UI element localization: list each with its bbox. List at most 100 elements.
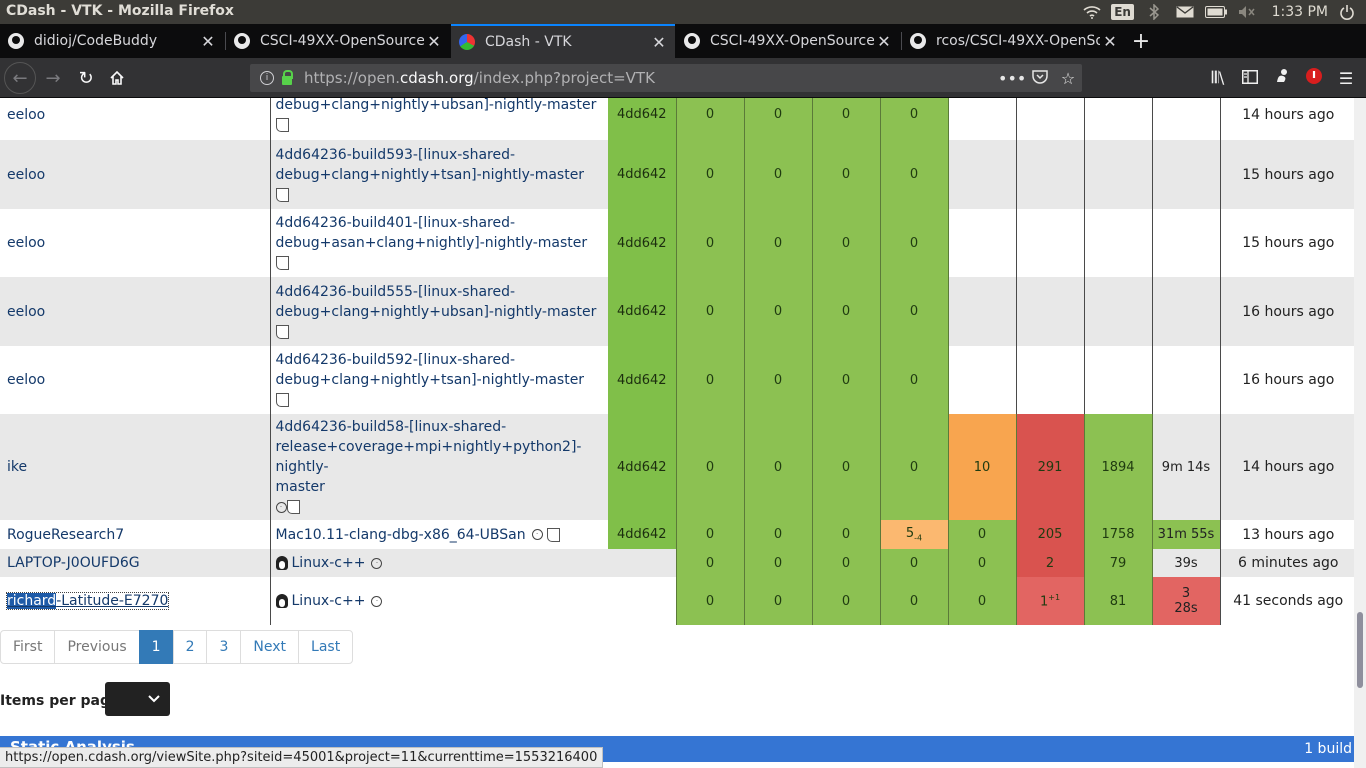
page-next-button[interactable]: Next [240,630,300,664]
tests-notrun-cell[interactable]: 0 [948,577,1017,625]
note-icon[interactable] [275,393,289,407]
build-name-link[interactable]: 4dd64236-build593-[linux-shared- [276,147,516,163]
close-icon[interactable]: ✕ [424,32,444,51]
tests-notrun-cell[interactable] [948,98,1017,140]
cfg-warn-cell[interactable]: 0 [744,98,813,140]
start-time-cell[interactable]: 14 hours ago [1220,414,1354,520]
tests-failed-cell[interactable] [1016,209,1085,277]
tests-passed-cell[interactable]: 79 [1084,549,1153,577]
tests-notrun-cell[interactable] [948,346,1017,414]
site-cell[interactable]: eeloo [0,140,271,209]
cfg-err-cell[interactable]: 0 [676,346,745,414]
revision-cell[interactable]: 4dd642 [608,209,677,277]
bld-err-cell[interactable]: 0 [812,346,881,414]
page-last-button[interactable]: Last [298,630,354,664]
test-time-cell[interactable]: 39s [1152,549,1221,577]
url-text[interactable]: https://open.cdash.org/index.php?project… [304,69,998,87]
bld-warn-cell[interactable]: 0 [880,414,949,520]
cfg-warn-cell[interactable]: 0 [744,549,813,577]
tests-passed-cell[interactable]: 1894 [1084,414,1153,520]
site-link[interactable]: eeloo [7,107,45,123]
bld-err-cell[interactable]: 0 [812,277,881,346]
page-previous-button[interactable]: Previous [54,630,140,664]
library-icon[interactable]: 𝄃𝄃\ [1202,68,1234,88]
start-time-cell[interactable]: 6 minutes ago [1220,549,1354,577]
reload-button[interactable]: ↻ [70,62,102,94]
cfg-err-cell[interactable]: 0 [676,277,745,346]
tests-notrun-cell[interactable] [948,277,1017,346]
bld-warn-cell[interactable]: 0 [880,98,949,140]
tab-csci-opensource-1[interactable]: CSCI-49XX-OpenSource/ ✕ [226,24,450,58]
tests-failed-cell[interactable]: 291 [1016,414,1085,520]
site-cell[interactable]: RogueResearch7 [0,520,271,549]
tests-failed-cell[interactable] [1016,346,1085,414]
keyboard-layout-indicator[interactable]: En [1111,3,1134,21]
cfg-warn-cell[interactable]: 0 [744,414,813,520]
start-time-cell[interactable]: 41 seconds ago [1220,577,1354,625]
tests-failed-cell[interactable]: 2 [1016,549,1085,577]
tests-notrun-cell[interactable] [948,140,1017,209]
home-button[interactable] [101,62,133,94]
cfg-warn-cell[interactable]: 0 [744,209,813,277]
revision-cell[interactable]: 4dd642 [608,140,677,209]
hamburger-menu-icon[interactable]: ☰ [1330,69,1362,88]
page-first-button[interactable]: First [0,630,56,664]
sidebar-icon[interactable] [1234,69,1266,88]
cfg-warn-cell[interactable]: 0 [744,140,813,209]
note-icon[interactable] [286,500,300,514]
tests-notrun-cell[interactable]: 0 [948,549,1017,577]
bld-err-cell[interactable]: 0 [812,577,881,625]
test-time-cell[interactable] [1152,346,1221,414]
forward-button[interactable]: → [37,62,69,94]
build-name-link[interactable]: debug+asan+clang+nightly]-nightly-master [276,235,588,251]
build-name-link[interactable]: debug+clang+nightly+tsan]-nightly-master [276,167,585,183]
test-time-cell[interactable] [1152,277,1221,346]
new-tab-button[interactable]: + [1129,24,1153,58]
cfg-err-cell[interactable]: 0 [676,98,745,140]
bld-warn-cell[interactable]: 0 [880,346,949,414]
close-icon[interactable]: ✕ [198,32,218,51]
cfg-err-cell[interactable]: 0 [676,549,745,577]
mail-icon[interactable] [1174,3,1196,21]
note-icon[interactable] [275,117,289,132]
volume-muted-icon[interactable] [1236,3,1258,21]
close-icon[interactable]: ✕ [874,32,894,51]
tab-csci-opensource-2[interactable]: CSCI-49XX-OpenSource/ ✕ [676,24,900,58]
site-link[interactable]: ike [7,459,27,475]
bld-warn-cell[interactable]: 5-4 [880,520,949,549]
test-time-cell[interactable] [1152,98,1221,140]
bld-warn-cell[interactable]: 0 [880,140,949,209]
tests-passed-cell[interactable] [1084,209,1153,277]
back-button[interactable]: ← [4,62,36,94]
tab-codebuddy[interactable]: didioj/CodeBuddy ✕ [0,24,224,58]
info-icon[interactable]: i [260,71,274,85]
bld-err-cell[interactable]: 0 [812,414,881,520]
site-link[interactable]: eeloo [7,167,45,183]
page-3-button[interactable]: 3 [206,630,242,664]
build-name-link[interactable]: Mac10.11-clang-dbg-x86_64-UBSan [276,527,526,543]
site-link[interactable]: RogueResearch7 [7,527,124,543]
site-cell[interactable]: ike [0,414,271,520]
bld-err-cell[interactable]: 0 [812,520,881,549]
note-icon[interactable] [546,527,560,542]
cfg-warn-cell[interactable]: 0 [744,277,813,346]
bld-err-cell[interactable]: 0 [812,140,881,209]
tab-rcos-csci[interactable]: rcos/CSCI-49XX-OpenSou ✕ [902,24,1126,58]
build-name-link[interactable]: Linux-c++ [292,555,366,571]
site-link[interactable]: LAPTOP-J0OUFD6G [7,555,140,571]
bld-err-cell[interactable]: 0 [812,209,881,277]
test-time-cell[interactable]: 9m 14s [1152,414,1221,520]
cfg-err-cell[interactable]: 0 [676,577,745,625]
site-link[interactable]: eeloo [7,372,45,388]
tests-failed-cell[interactable] [1016,98,1085,140]
test-time-cell[interactable]: 31m 55s [1152,520,1221,549]
lock-icon[interactable] [282,69,293,85]
gnome-extension-icon[interactable] [1266,68,1298,88]
cfg-err-cell[interactable]: 0 [676,209,745,277]
view-details-icon[interactable]: · [531,529,543,540]
build-name-link[interactable]: release+coverage+mpi+nightly+python2]-ni… [276,439,582,475]
build-name-link[interactable]: master [276,479,325,495]
revision-cell[interactable]: 4dd642 [608,346,677,414]
site-cell[interactable]: richard-Latitude-E7270 [0,577,271,625]
page-1-button[interactable]: 1 [138,630,174,664]
